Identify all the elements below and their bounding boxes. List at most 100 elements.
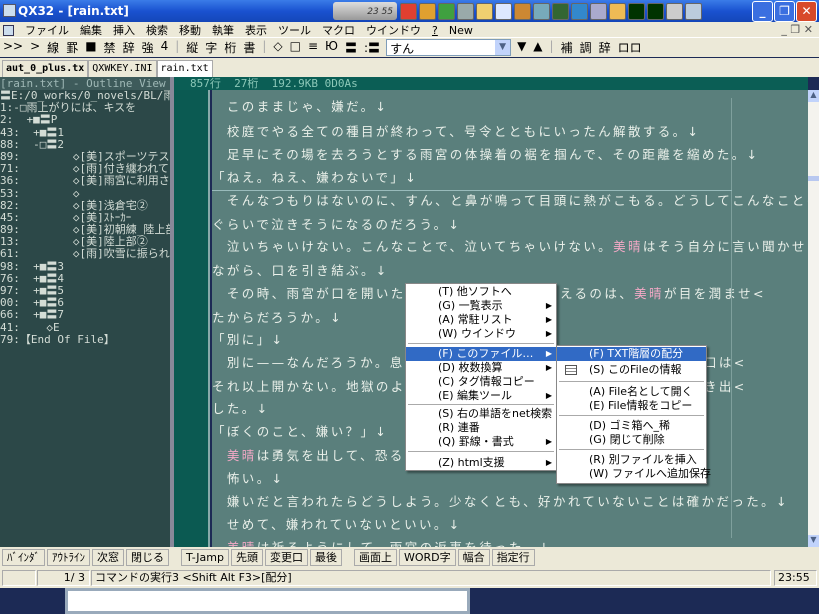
toolbar-button[interactable]: 4 bbox=[161, 39, 169, 56]
function-button[interactable]: 次窓 bbox=[92, 549, 124, 566]
windows-icon[interactable] bbox=[666, 2, 683, 20]
function-button[interactable]: ﾊﾞｲﾝﾀﾞ bbox=[2, 549, 45, 566]
toolbar-button[interactable]: 書 bbox=[243, 39, 255, 56]
ie-icon[interactable] bbox=[571, 2, 588, 20]
scroll-down-icon[interactable]: ▼ bbox=[808, 535, 819, 547]
toolbar-button[interactable]: ▲ bbox=[533, 39, 542, 56]
menu-item[interactable]: (F) このファイル… ▶ bbox=[406, 347, 556, 361]
key-icon[interactable] bbox=[419, 2, 436, 20]
menu-item[interactable]: (Q) 罫線・書式 ▶ bbox=[406, 435, 556, 449]
menu-item[interactable]: (F) TXT階層の配分 bbox=[557, 347, 706, 361]
folder-icon[interactable] bbox=[476, 2, 493, 20]
chevron-down-icon[interactable]: ▼ bbox=[495, 40, 511, 55]
tab-rain[interactable]: rain.txt bbox=[156, 60, 213, 77]
function-button[interactable]: 変更口 bbox=[264, 549, 308, 566]
toolbar-button[interactable]: 辞 bbox=[599, 39, 611, 56]
menu-move[interactable]: 移動 bbox=[179, 22, 201, 38]
menu-item[interactable]: (R) 連番 bbox=[406, 421, 556, 435]
toolbar-button[interactable]: 調 bbox=[580, 39, 592, 56]
scroll-up-icon[interactable]: ▲ bbox=[808, 90, 819, 102]
toolbar-button[interactable]: 縦 bbox=[186, 39, 198, 56]
search-combo[interactable]: すん ▼ bbox=[386, 39, 512, 56]
toolbar-button[interactable]: 線 bbox=[47, 39, 59, 56]
toolbar-button[interactable]: ≡ bbox=[308, 39, 318, 56]
menu-file[interactable]: ファイル bbox=[25, 22, 69, 38]
menu-item[interactable]: (S) 右の単語をnet検索 bbox=[406, 407, 556, 421]
function-button[interactable]: 先頭 bbox=[230, 549, 263, 566]
toolbar-button[interactable]: :〓 bbox=[364, 39, 380, 56]
tab-aut-0-plus[interactable]: aut_0_plus.tx bbox=[2, 60, 89, 77]
tools-icon[interactable] bbox=[590, 2, 607, 20]
menu-item[interactable]: (W) ファイルへ追加保存 bbox=[557, 467, 711, 481]
menu-item[interactable]: (D) 枚数換算 ▶ bbox=[406, 361, 556, 375]
outline-item[interactable]: 41: ◇E bbox=[0, 321, 170, 334]
minimize-button[interactable]: _ bbox=[752, 1, 773, 22]
toolbar-button[interactable]: □ bbox=[290, 39, 301, 56]
function-button[interactable]: ｱｳﾄﾗｲﾝ bbox=[47, 549, 90, 566]
menu-insert[interactable]: 挿入 bbox=[113, 22, 135, 38]
menu-new[interactable]: New bbox=[449, 24, 473, 37]
menu-item[interactable]: (Z) html支援 ▶ bbox=[406, 456, 556, 470]
function-button[interactable]: 最後 bbox=[309, 549, 342, 566]
function-button[interactable]: T-Jamp bbox=[181, 549, 229, 566]
menu-item[interactable]: (G) 一覧表示 ▶ bbox=[406, 299, 556, 313]
outline-item[interactable]: 43: +■〓1 bbox=[0, 126, 170, 139]
toolbar-button[interactable]: 禁 bbox=[104, 39, 116, 56]
gear-icon[interactable] bbox=[438, 2, 455, 20]
menu-edit[interactable]: 編集 bbox=[80, 22, 102, 38]
function-button[interactable]: 画面上 bbox=[353, 549, 397, 566]
toolbar-button[interactable]: 罫 bbox=[66, 39, 78, 56]
toolbar-button[interactable]: ロロ bbox=[618, 39, 642, 56]
menu-item[interactable]: (A) 常駐リスト ▶ bbox=[406, 313, 556, 327]
function-button[interactable]: 閉じる bbox=[126, 549, 169, 566]
maximize-button[interactable]: ❐ bbox=[774, 1, 795, 22]
menu-item[interactable]: (G) 閉じて削除 bbox=[557, 433, 706, 447]
toolbar-button[interactable]: ◇ bbox=[273, 39, 282, 56]
outline-item[interactable]: 98: +■〓3 bbox=[0, 260, 170, 273]
menu-item[interactable]: (C) タグ情報コピー bbox=[406, 375, 556, 389]
toolbar-button[interactable]: ■ bbox=[85, 39, 96, 56]
menu-item[interactable]: (T) 他ソフトへ bbox=[406, 285, 556, 299]
calendar-icon[interactable] bbox=[514, 2, 531, 20]
menu-help[interactable]: ? bbox=[432, 24, 438, 37]
menu-item[interactable]: (R) 別ファイルを挿入 bbox=[557, 453, 706, 467]
toolbar-button[interactable]: 桁 bbox=[224, 39, 236, 56]
scroll-thumb[interactable] bbox=[808, 176, 819, 181]
menu-item[interactable]: (A) File名として開く bbox=[557, 385, 706, 399]
toolbar-button[interactable]: 字 bbox=[205, 39, 217, 56]
outline-item[interactable]: 79:【End Of File】 bbox=[0, 333, 170, 346]
menu-item[interactable]: (E) File情報をコピー bbox=[557, 399, 706, 413]
power-icon[interactable] bbox=[400, 2, 417, 20]
toolbar-button[interactable]: >> bbox=[3, 39, 23, 56]
function-button[interactable]: 指定行 bbox=[491, 549, 535, 566]
system-menu-icon[interactable] bbox=[3, 24, 14, 36]
outline-item[interactable]: 36: ◇[美]雨宮に利用さ bbox=[0, 175, 170, 187]
vertical-scrollbar[interactable]: ▲ ▼ bbox=[808, 90, 819, 547]
document-icon[interactable] bbox=[495, 2, 512, 20]
mdi-controls[interactable]: _ ❐ ✕ bbox=[781, 23, 813, 36]
mail-icon[interactable] bbox=[685, 2, 702, 20]
toolbar-button[interactable]: 補 bbox=[561, 39, 573, 56]
toolbar-button[interactable]: 辞 bbox=[123, 39, 135, 56]
function-button[interactable]: 幅合 bbox=[457, 549, 490, 566]
toolbar-button[interactable]: 強 bbox=[142, 39, 154, 56]
menu-tools[interactable]: ツール bbox=[278, 22, 311, 38]
menu-item[interactable]: (D) ゴミ箱へ_稀 bbox=[557, 419, 706, 433]
window-icon[interactable] bbox=[533, 2, 550, 20]
menu-item[interactable]: (W) ウインドウ ▶ bbox=[406, 327, 556, 341]
menu-item[interactable]: (E) 編集ツール ▶ bbox=[406, 389, 556, 403]
toolbar-button[interactable]: Ю bbox=[325, 39, 338, 56]
drive-icon[interactable] bbox=[457, 2, 474, 20]
menu-macro[interactable]: マクロ bbox=[322, 22, 355, 38]
menu-view[interactable]: 表示 bbox=[245, 22, 267, 38]
menu-window[interactable]: ウインドウ bbox=[366, 22, 421, 38]
tab-qxwkey[interactable]: QXWKEY.INI bbox=[88, 60, 157, 77]
toolbar-button[interactable]: 〓 bbox=[345, 39, 357, 56]
outline-item[interactable]: 2: +■〓P bbox=[0, 114, 170, 126]
menu-item[interactable]: (S) このFileの情報 bbox=[557, 363, 706, 377]
outline-item[interactable]: 66: +■〓7 bbox=[0, 309, 170, 321]
app-icon[interactable] bbox=[3, 4, 16, 17]
url-icon[interactable] bbox=[552, 2, 569, 20]
function-button[interactable]: WORD字 bbox=[398, 549, 456, 566]
toolbar-button[interactable]: ▼ bbox=[517, 39, 526, 56]
